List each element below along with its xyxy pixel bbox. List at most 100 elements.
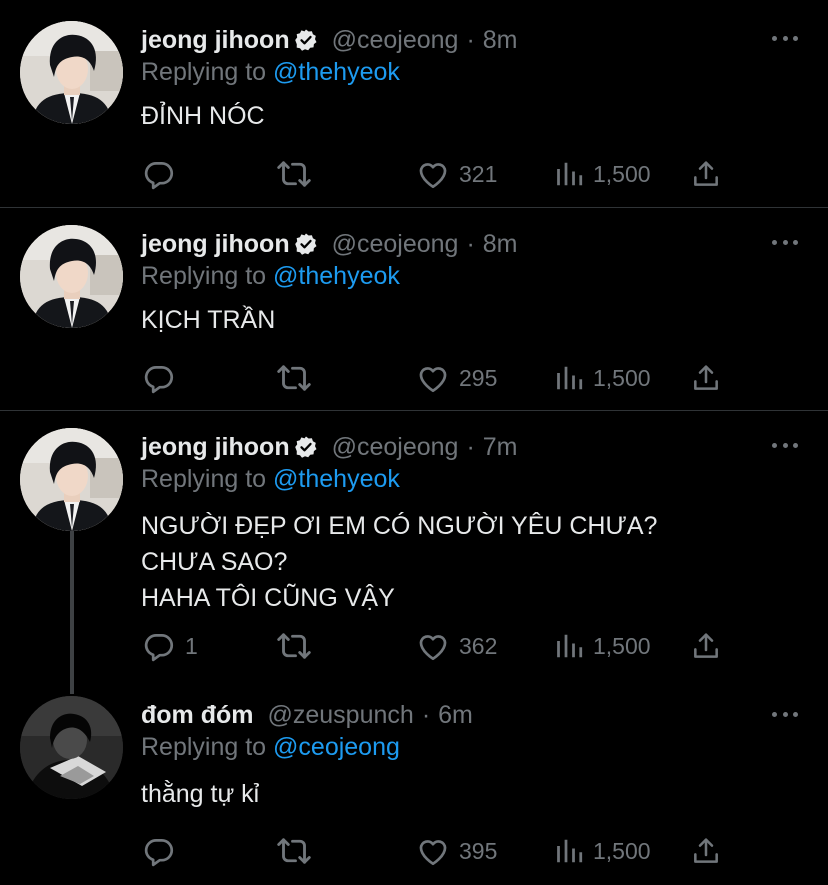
share-button[interactable] <box>690 358 722 398</box>
heart-icon <box>416 361 450 395</box>
reply-button[interactable] <box>142 831 185 871</box>
reply-icon <box>142 834 176 868</box>
verified-badge-icon <box>294 28 318 52</box>
mention-link[interactable]: @ceojeong <box>273 733 400 761</box>
tweet-text: NGƯỜI ĐẸP ƠI EM CÓ NGƯỜI YÊU CHƯA? CHƯA … <box>141 508 657 616</box>
retweet-button[interactable] <box>276 626 312 666</box>
reply-button[interactable] <box>142 154 185 194</box>
timestamp[interactable]: 6m <box>438 701 473 730</box>
action-bar: 321 1,500 <box>140 154 730 194</box>
retweet-button[interactable] <box>276 154 312 194</box>
retweet-icon <box>276 156 312 192</box>
avatar[interactable] <box>20 696 123 799</box>
share-button[interactable] <box>690 154 722 194</box>
author-handle[interactable]: @ceojeong <box>332 230 459 259</box>
retweet-icon <box>276 628 312 664</box>
views-icon <box>554 836 584 866</box>
more-icon[interactable] <box>772 26 798 50</box>
more-icon[interactable] <box>772 230 798 254</box>
separator-dot: · <box>421 700 431 729</box>
retweet-button[interactable] <box>276 358 312 398</box>
tweet-text-line: ĐỈNH NÓC <box>141 102 265 130</box>
share-icon <box>690 835 722 867</box>
share-icon <box>690 158 722 190</box>
views-button[interactable]: 1,500 <box>554 626 651 666</box>
tweet-text: KỊCH TRẦN <box>141 302 275 338</box>
more-icon[interactable] <box>772 433 798 457</box>
views-icon <box>554 363 584 393</box>
avatar[interactable] <box>20 428 123 531</box>
replying-to: Replying to @ceojeong <box>141 733 400 762</box>
reply-button[interactable] <box>142 358 185 398</box>
like-button[interactable]: 295 <box>416 358 497 398</box>
tweet-header: jeong jihoon @ceojeong · 8m <box>141 22 518 58</box>
reply-count: 1 <box>185 632 198 659</box>
like-button[interactable]: 321 <box>416 154 497 194</box>
replying-to-label: Replying to <box>141 262 267 290</box>
author-handle[interactable]: @ceojeong <box>332 26 459 55</box>
like-count: 295 <box>459 364 498 391</box>
tweet-header: jeong jihoon @ceojeong · 8m <box>141 226 518 262</box>
like-button[interactable]: 395 <box>416 831 497 871</box>
reply-icon <box>142 361 176 395</box>
timestamp[interactable]: 8m <box>483 26 518 55</box>
author-name[interactable]: jeong jihoon <box>141 26 290 55</box>
more-icon[interactable] <box>772 702 798 726</box>
share-button[interactable] <box>690 831 722 871</box>
share-button[interactable] <box>690 626 722 666</box>
replying-to: Replying to @thehyeok <box>141 58 400 87</box>
views-button[interactable]: 1,500 <box>554 358 651 398</box>
thread-connector-line <box>70 529 74 694</box>
mention-link[interactable]: @thehyeok <box>273 58 400 86</box>
verified-badge-icon <box>294 435 318 459</box>
tweet[interactable]: jeong jihoon @ceojeong · 7m Replying to … <box>0 411 828 694</box>
separator-dot: · <box>466 229 475 258</box>
like-button[interactable]: 362 <box>416 626 497 666</box>
views-button[interactable]: 1,500 <box>554 831 651 871</box>
tweet[interactable]: jeong jihoon @ceojeong · 8m Replying to … <box>0 0 828 208</box>
tweet-header: jeong jihoon @ceojeong · 7m <box>141 429 518 465</box>
like-count: 362 <box>459 632 498 659</box>
tweet-text: thằng tự kỉ <box>141 776 259 812</box>
views-button[interactable]: 1,500 <box>554 154 651 194</box>
author-name[interactable]: jeong jihoon <box>141 230 290 259</box>
mention-link[interactable]: @thehyeok <box>273 262 400 290</box>
tweet-header: đom đóm @zeuspunch · 6m <box>141 697 473 733</box>
retweet-icon <box>276 833 312 869</box>
reply-icon <box>142 629 176 663</box>
retweet-button[interactable] <box>276 831 312 871</box>
share-icon <box>690 630 722 662</box>
tweet[interactable]: jeong jihoon @ceojeong · 8m Replying to … <box>0 208 828 411</box>
author-name[interactable]: đom đóm <box>141 701 254 730</box>
replying-to-label: Replying to <box>141 58 267 86</box>
retweet-icon <box>276 360 312 396</box>
mention-link[interactable]: @thehyeok <box>273 465 400 493</box>
action-bar: 1 362 1,500 <box>140 626 730 666</box>
heart-icon <box>416 157 450 191</box>
replying-to-label: Replying to <box>141 733 267 761</box>
views-count: 1,500 <box>593 364 651 391</box>
avatar[interactable] <box>20 21 123 124</box>
tweet-text-line: CHƯA SAO? <box>141 548 288 576</box>
tweet-text-line: NGƯỜI ĐẸP ƠI EM CÓ NGƯỜI YÊU CHƯA? <box>141 512 658 540</box>
replying-to: Replying to @thehyeok <box>141 465 400 494</box>
like-count: 321 <box>459 160 498 187</box>
reply-button[interactable]: 1 <box>142 626 198 666</box>
author-handle[interactable]: @zeuspunch <box>268 701 414 730</box>
share-icon <box>690 362 722 394</box>
tweet[interactable]: đom đóm @zeuspunch · 6m Replying to @ceo… <box>0 688 828 885</box>
avatar[interactable] <box>20 225 123 328</box>
action-bar: 295 1,500 <box>140 358 730 398</box>
separator-dot: · <box>466 25 475 54</box>
tweet-text: ĐỈNH NÓC <box>141 98 265 134</box>
replying-to-label: Replying to <box>141 465 267 493</box>
timestamp[interactable]: 8m <box>483 230 518 259</box>
tweet-text-line: thằng tự kỉ <box>141 780 260 808</box>
author-name[interactable]: jeong jihoon <box>141 433 290 462</box>
author-handle[interactable]: @ceojeong <box>332 433 459 462</box>
separator-dot: · <box>466 432 475 461</box>
views-count: 1,500 <box>593 837 651 864</box>
timestamp[interactable]: 7m <box>483 433 518 462</box>
action-bar: 395 1,500 <box>140 831 730 871</box>
tweet-text-line: KỊCH TRẦN <box>141 306 276 334</box>
